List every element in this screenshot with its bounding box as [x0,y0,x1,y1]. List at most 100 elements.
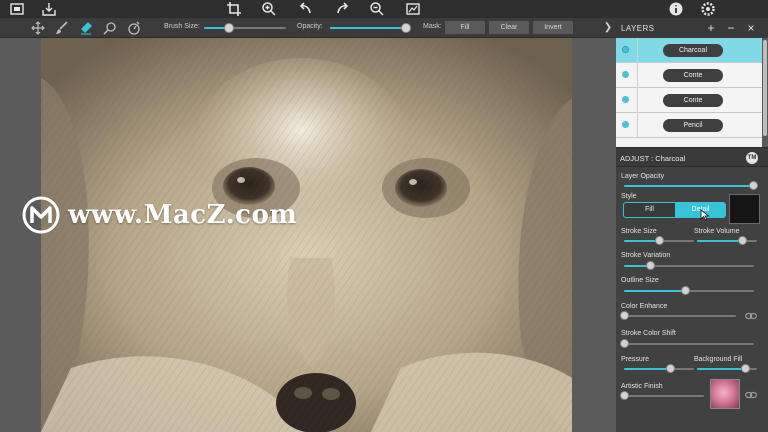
layer-label: Conte [663,69,723,82]
slider-fill [624,368,670,370]
mask-clear-button[interactable]: Clear [489,21,529,34]
macz-logo-icon [22,196,60,234]
wand-icon[interactable] [102,20,118,36]
layer-visibility-icon[interactable] [622,121,629,128]
slider-knob[interactable] [665,364,675,373]
layers-header: LAYERS + − × [616,18,768,38]
layer-divider [637,63,638,88]
zoom-out-icon[interactable] [368,1,386,17]
slider-knob[interactable] [655,236,664,245]
brush-size-label: Brush Size: [164,23,200,30]
artwork-canvas[interactable] [41,38,572,432]
background-fill-slider[interactable] [697,364,757,373]
mask-fill-button[interactable]: Fill [445,21,485,34]
layer-opacity-slider[interactable] [624,181,758,190]
slider-knob[interactable] [646,261,655,270]
settings-icon[interactable] [699,1,717,17]
adjust-title: ADJUST : Charcoal [620,154,686,163]
mask-label: Mask: [423,23,442,30]
slider-knob[interactable] [741,364,750,373]
stroke-color-swatch[interactable] [729,194,760,224]
top-toolbar [0,0,768,18]
artistic-finish-slider[interactable] [620,391,704,400]
outline-size-label: Outline Size [621,277,659,284]
right-panel: LAYERS + − × Charcoal Conte Conte Pencil… [616,18,768,432]
style-fill-button[interactable]: Fill [624,203,675,217]
zoom-in-icon[interactable] [260,1,278,17]
crop-icon[interactable] [225,1,243,17]
stroke-variation-slider[interactable] [624,261,754,270]
layers-list: Charcoal Conte Conte Pencil [616,38,762,158]
slider-knob[interactable] [738,236,747,245]
slider-fill [697,240,742,242]
layer-divider [637,88,638,113]
adjust-header: ADJUST : Charcoal TM [616,147,768,167]
image-frame-icon[interactable] [8,1,26,17]
layer-label: Pencil [663,119,723,132]
app-window: Brush Size: Opacity: Mask: Fill Clear In… [0,0,768,432]
canvas-area [0,38,616,432]
mouse-pointer-icon [700,209,710,221]
color-enhance-slider[interactable] [620,311,736,320]
layer-opacity-label: Layer Opacity [621,173,665,180]
slider-knob[interactable] [748,181,758,190]
save-tray-icon[interactable] [40,1,58,17]
timer-icon[interactable] [126,20,142,36]
layer-visibility-icon[interactable] [622,71,629,78]
info-icon[interactable] [667,1,685,17]
opacity-label: Opacity: [297,23,323,30]
style-label: Style [621,193,637,200]
layer-visibility-icon[interactable] [622,96,629,103]
opacity-slider[interactable] [330,23,411,33]
slider-knob[interactable] [620,391,629,400]
artistic-finish-label: Artistic Finish [621,383,663,390]
chevron-right-icon[interactable]: ❯ [602,22,614,34]
undo-icon[interactable] [297,1,315,17]
watermark-text: www.MacZ.com [68,200,298,230]
link-icon[interactable] [745,312,757,320]
close-layers-button[interactable]: × [744,21,758,35]
layer-divider [637,113,638,138]
slider-knob[interactable] [620,339,629,348]
tool-options-bar: Brush Size: Opacity: Mask: Fill Clear In… [0,18,616,38]
slider-knob[interactable] [620,311,629,320]
layer-row-charcoal[interactable]: Charcoal [616,38,762,63]
charcoal-dog-artwork [41,38,572,432]
stroke-size-slider[interactable] [624,236,694,245]
layer-row-conte-2[interactable]: Conte [616,88,762,113]
stroke-volume-slider[interactable] [697,236,757,245]
outline-size-slider[interactable] [624,286,754,295]
stroke-size-label: Stroke Size [621,228,657,235]
opacity-knob[interactable] [401,23,411,33]
slider-fill [697,368,745,370]
remove-layer-button[interactable]: − [724,21,738,35]
style-toggle: Fill Detail [623,202,726,218]
pressure-slider[interactable] [624,364,694,373]
move-icon[interactable] [30,20,46,36]
slider-knob[interactable] [681,286,691,295]
brush-size-slider[interactable] [204,23,286,33]
stroke-color-shift-label: Stroke Color Shift [621,330,676,337]
brush-size-knob[interactable] [223,23,234,33]
redo-icon[interactable] [333,1,351,17]
tm-badge-icon[interactable]: TM [746,152,758,164]
layer-row-pencil[interactable]: Pencil [616,113,762,138]
background-fill-label: Background Fill [694,356,743,363]
layer-visibility-icon[interactable] [622,46,629,53]
mask-invert-button[interactable]: Invert [533,21,573,34]
stroke-volume-label: Stroke Volume [694,228,740,235]
layer-divider [637,38,638,63]
layers-title: LAYERS [621,24,655,33]
brush-icon[interactable] [54,20,70,36]
stroke-variation-label: Stroke Variation [621,252,671,259]
slider-fill [624,185,753,187]
scrollbar-thumb[interactable] [763,40,767,136]
compare-icon[interactable] [404,1,422,17]
add-layer-button[interactable]: + [704,21,718,35]
eraser-icon[interactable] [78,20,94,36]
artistic-finish-texture-swatch[interactable] [710,379,740,409]
link-icon[interactable] [745,391,757,399]
layers-scrollbar[interactable] [762,38,768,158]
stroke-color-shift-slider[interactable] [620,339,754,348]
layer-row-conte[interactable]: Conte [616,63,762,88]
